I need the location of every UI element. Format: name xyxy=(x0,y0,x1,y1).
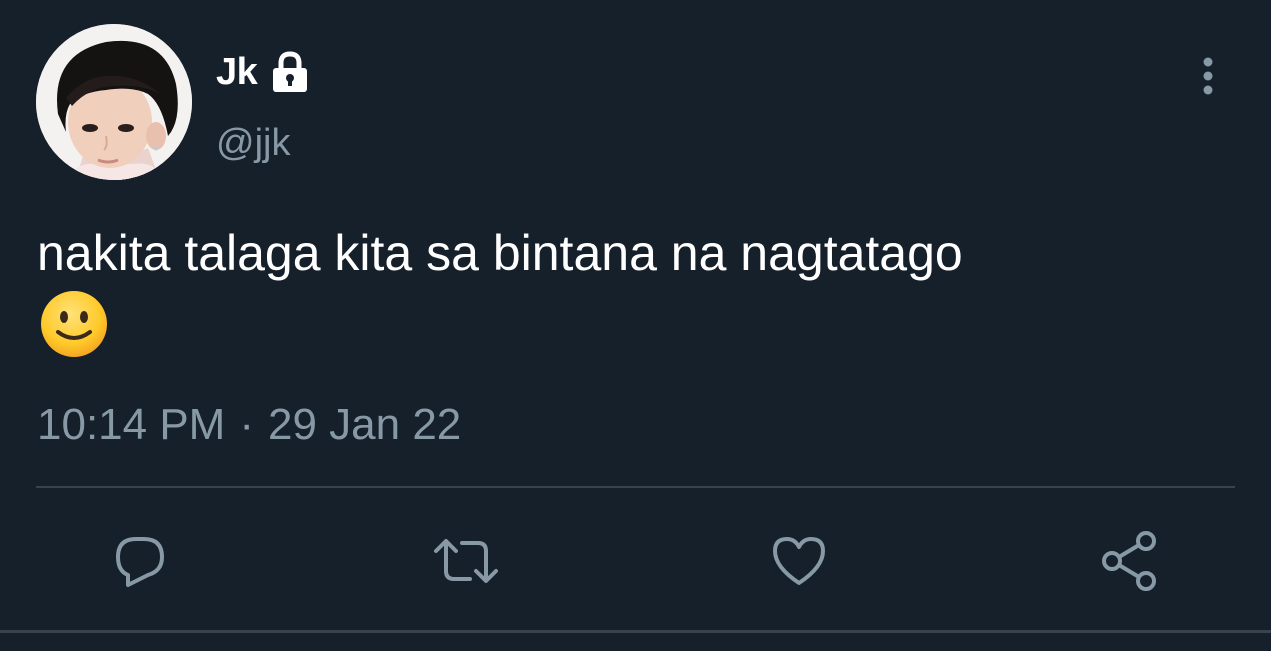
retweet-button[interactable] xyxy=(432,527,500,595)
tweet-time: 10:14 PM xyxy=(37,400,226,449)
timestamp-separator: · xyxy=(239,400,254,449)
bottom-divider xyxy=(0,630,1271,633)
slightly-smiling-face-emoji xyxy=(40,290,108,358)
reply-button[interactable] xyxy=(106,527,174,595)
retweet-icon xyxy=(434,539,498,583)
heart-icon xyxy=(773,537,825,585)
divider xyxy=(36,486,1235,488)
tweet-date: 29 Jan 22 xyxy=(268,400,462,449)
share-icon xyxy=(1102,531,1156,591)
like-button[interactable] xyxy=(765,527,833,595)
profile-photo xyxy=(36,24,192,180)
reply-icon xyxy=(116,537,164,587)
user-handle[interactable]: @jjk xyxy=(216,122,290,165)
share-button[interactable] xyxy=(1096,527,1164,595)
more-options-icon[interactable] xyxy=(1190,56,1226,96)
avatar[interactable] xyxy=(36,24,192,180)
user-name-row: Jk xyxy=(216,46,313,98)
tweet-detail: Jk @jjk nakita talaga kita sa bintana na… xyxy=(0,0,1271,651)
tweet-text: nakita talaga kita sa bintana na nagtata… xyxy=(37,225,963,281)
tweet-timestamp[interactable]: 10:14 PM · 29 Jan 22 xyxy=(37,400,461,450)
display-name[interactable]: Jk xyxy=(216,51,258,94)
lock-icon xyxy=(267,49,313,95)
